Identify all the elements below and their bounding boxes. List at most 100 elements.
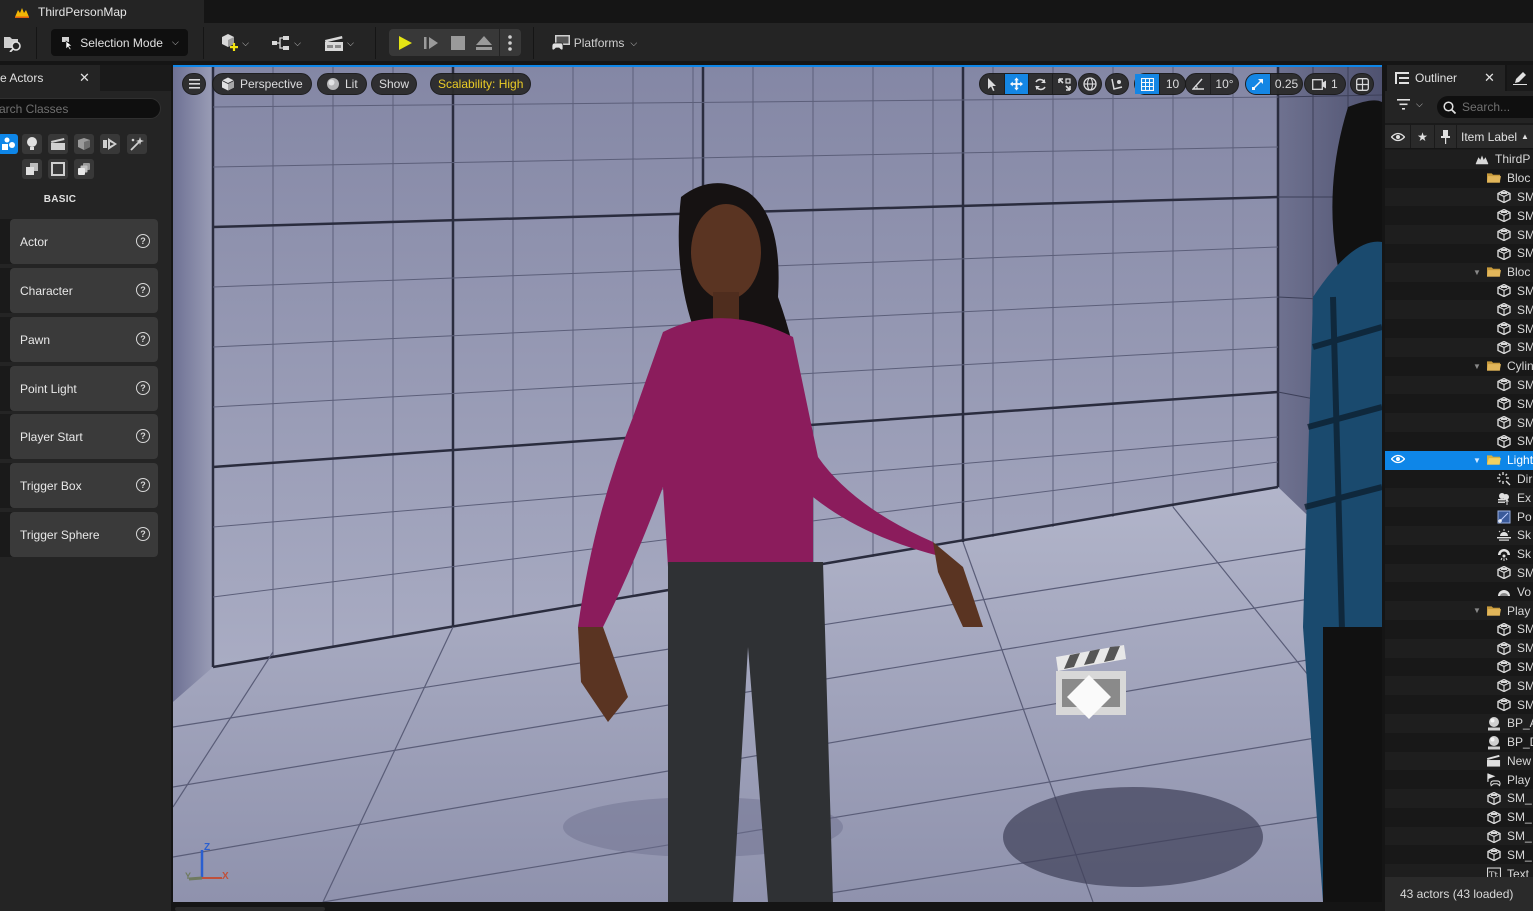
expand-arrow-icon[interactable]: ▼ [1473,456,1481,465]
grid-snap-value[interactable]: 10 [1159,74,1185,94]
viewport-options-button[interactable] [182,73,206,95]
outliner-row[interactable]: ▼ Light [1385,450,1533,470]
advance-frame-button[interactable] [421,33,441,52]
help-icon[interactable]: ? [136,332,150,346]
coordinate-system-button[interactable] [1078,73,1102,95]
category-geometry-button[interactable] [100,134,120,154]
stop-button[interactable] [448,33,468,52]
help-icon[interactable]: ? [136,234,150,248]
outliner-row[interactable]: SM [1385,619,1533,639]
help-icon[interactable]: ? [136,283,150,297]
actor-item-player-start[interactable]: Player Start ? [0,414,158,459]
actor-item-point-light[interactable]: Point Light ? [0,366,158,411]
outliner-row[interactable]: SM [1385,431,1533,451]
outliner-row[interactable]: Sk [1385,544,1533,564]
grid-snap-toggle[interactable] [1135,74,1159,94]
rotation-snap-value[interactable]: 10° [1210,74,1238,94]
platforms-dropdown[interactable]: Platforms ⌵ [548,31,640,55]
outliner-row[interactable]: ▼ Cylin [1385,356,1533,376]
place-actors-tab[interactable]: e Actors ✕ [0,65,100,91]
play-button[interactable] [395,33,415,52]
outliner-row[interactable]: SM [1385,563,1533,583]
outliner-row[interactable]: SM [1385,394,1533,414]
outliner-row[interactable]: Po [1385,507,1533,526]
actor-item-actor[interactable]: Actor ? [0,219,158,264]
expand-arrow-icon[interactable]: ▼ [1473,362,1481,371]
category-cinematic-button[interactable] [48,134,68,154]
category-visual-effects-button[interactable] [74,134,94,154]
outliner-row[interactable]: ▼ Bloc [1385,262,1533,282]
expand-arrow-icon[interactable]: ▼ [1473,268,1481,277]
outliner-search-input[interactable]: Search... [1437,96,1533,118]
document-tab[interactable]: ThirdPersonMap [0,0,204,23]
close-tab-icon[interactable]: ✕ [79,70,90,86]
outliner-row[interactable]: SM [1385,319,1533,338]
outliner-row[interactable]: BP_A [1385,713,1533,733]
lit-button[interactable]: Lit [317,73,367,95]
outliner-row[interactable]: ▼ Play [1385,601,1533,620]
outliner-row[interactable]: SM [1385,413,1533,432]
viewport-layout-button[interactable] [1350,73,1374,95]
outliner-row[interactable]: SM [1385,676,1533,696]
show-button[interactable]: Show [371,73,418,95]
expand-arrow-icon[interactable]: ▼ [1473,606,1481,615]
category-recent-button[interactable] [74,159,94,179]
scale-snap-value[interactable]: 0.25 [1270,74,1302,94]
more-options-button[interactable] [502,33,518,52]
close-tab-icon[interactable]: ✕ [1484,70,1495,86]
outliner-row[interactable]: SM [1385,337,1533,357]
outliner-row[interactable]: SM [1385,281,1533,301]
outliner-row[interactable]: SM_ [1385,789,1533,808]
viewport-scroll-handle[interactable] [175,907,325,911]
category-volumes-button[interactable] [48,159,68,179]
outliner-row[interactable]: SM [1385,657,1533,677]
outliner-row[interactable]: New [1385,751,1533,771]
outliner-row[interactable]: SM [1385,243,1533,263]
perspective-button[interactable]: Perspective [212,73,312,95]
category-all-classes-button[interactable] [22,159,42,179]
outliner-row[interactable]: Vo [1385,582,1533,602]
add-actor-dropdown[interactable]: ⌵ [215,31,253,55]
level-sequence-billboard[interactable] [1056,645,1126,719]
rotation-snap-toggle[interactable] [1186,74,1210,94]
outliner-row[interactable]: Dir [1385,469,1533,489]
help-icon[interactable]: ? [136,381,150,395]
surface-snapping-button[interactable] [1105,73,1129,95]
scale-tool-button[interactable] [1052,74,1076,94]
details-tab[interactable] [1507,65,1533,91]
outliner-row[interactable]: Bloc [1385,168,1533,188]
content-browser-button[interactable] [2,31,24,55]
rotate-tool-button[interactable] [1028,74,1052,94]
category-basic-button[interactable] [0,134,18,154]
outliner-row[interactable]: SM [1385,695,1533,714]
outliner-row[interactable]: SM_ [1385,826,1533,846]
search-classes-input[interactable]: arch Classes [0,98,161,119]
outliner-row[interactable]: SM [1385,638,1533,658]
visibility-column[interactable] [1385,125,1411,148]
help-icon[interactable]: ? [136,527,150,541]
level-viewport[interactable]: Perspective Lit Show Scalability: High 1… [173,67,1382,902]
outliner-row[interactable]: SM [1385,300,1533,320]
cinematics-dropdown[interactable]: ⌵ [320,31,358,55]
help-icon[interactable]: ? [136,478,150,492]
actor-item-trigger-sphere[interactable]: Trigger Sphere ? [0,512,158,557]
actor-item-character[interactable]: Character ? [0,268,158,313]
outliner-row[interactable]: ThirdP [1385,150,1533,169]
camera-speed-button[interactable]: 1 [1304,73,1346,95]
filter-dropdown[interactable]: ⌵ [1397,99,1423,110]
favorite-column[interactable]: ★ [1411,125,1435,148]
scale-snap-toggle[interactable] [1246,74,1270,94]
help-icon[interactable]: ? [136,429,150,443]
pin-column[interactable] [1435,125,1457,148]
actor-item-trigger-box[interactable]: Trigger Box ? [0,463,158,508]
outliner-row[interactable]: SM [1385,225,1533,244]
outliner-row[interactable]: SM_ [1385,845,1533,865]
actor-item-pawn[interactable]: Pawn ? [0,317,158,362]
translate-tool-button[interactable] [1004,74,1028,94]
eject-button[interactable] [474,33,494,52]
eye-icon[interactable] [1390,453,1406,467]
outliner-row[interactable]: SM_ [1385,807,1533,827]
scalability-button[interactable]: Scalability: High [430,73,532,95]
outliner-tab[interactable]: Outliner ✕ [1387,65,1505,91]
item-label-column[interactable]: Item Label ▲ [1457,130,1529,144]
